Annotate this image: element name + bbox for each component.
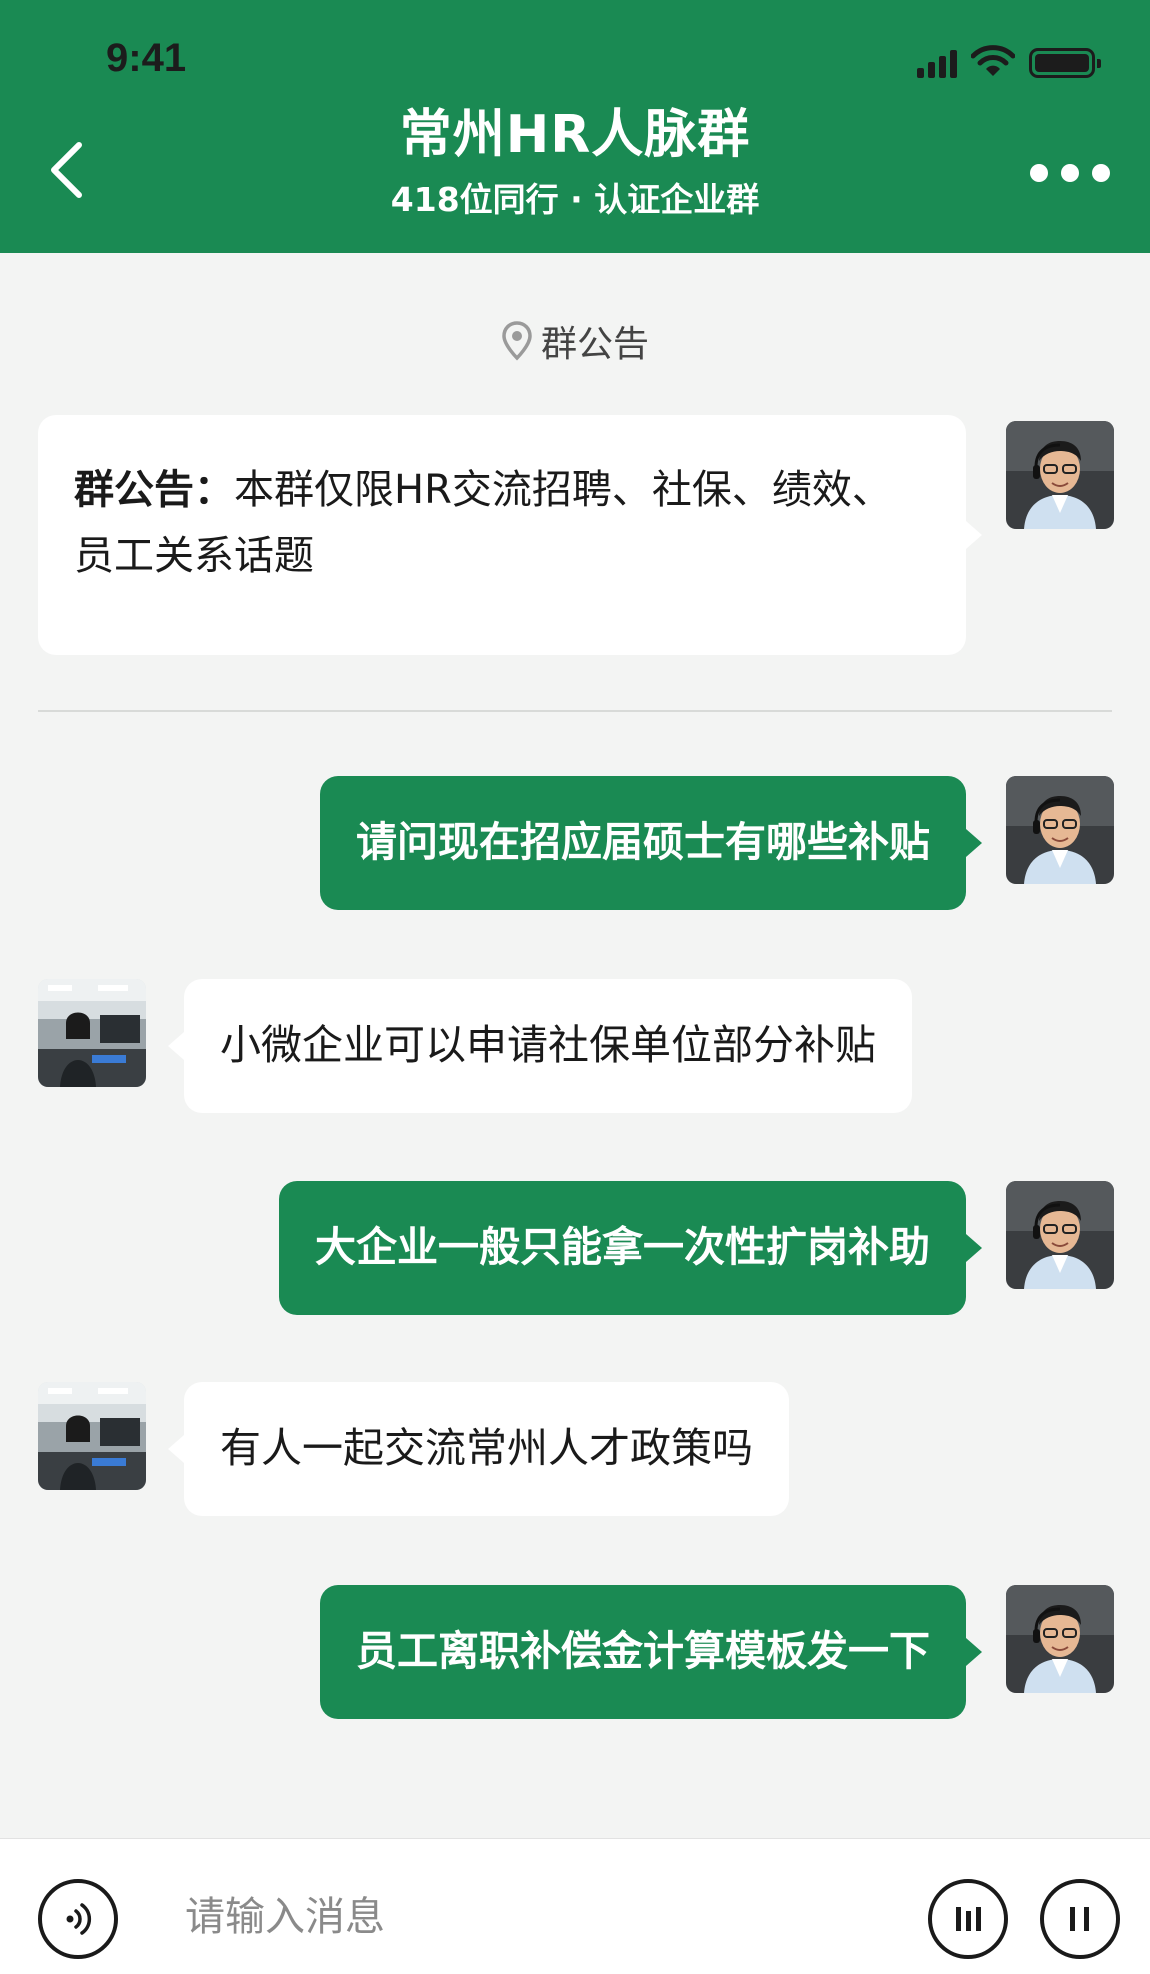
avatar-self[interactable] [1006,1181,1114,1289]
signal-icon [917,48,957,78]
wifi-icon [971,45,1015,76]
announcement-prefix: 群公告： [74,467,234,513]
message-bubble-right[interactable]: 请问现在招应届硕士有哪些补贴 [320,776,982,910]
avatar-self[interactable] [1006,776,1114,884]
status-icons [917,44,1101,78]
message-bubble-left[interactable]: 小微企业可以申请社保单位部分补贴 [168,979,912,1113]
message-text: 有人一起交流常州人才政策吗 [220,1424,753,1472]
more-dots-icon [1030,164,1048,182]
message-text: 大企业一般只能拿一次性扩岗补助 [315,1223,930,1271]
notice-label[interactable]: 群公告 [0,315,1150,367]
input-bar: 请输入消息 [0,1838,1150,1974]
man-avatar-icon [1006,1181,1114,1289]
man-avatar-icon [1006,421,1114,529]
avatar-self[interactable] [1006,421,1114,529]
battery-icon [1029,48,1101,78]
message-text: 员工离职补偿金计算模板发一下 [356,1627,930,1675]
message-text: 小微企业可以申请社保单位部分补贴 [220,1021,876,1069]
location-pin-icon [502,321,532,361]
title-block: 常州HR人脉群 418位同行 · 认证企业群 [0,100,1150,222]
man-avatar-icon [1006,776,1114,884]
chat-header: 9:41 常州HR人脉群 418位同行 · 认证企业群 [0,0,1150,253]
group-subtitle: 418位同行 · 认证企业群 [390,180,760,219]
avatar-member[interactable] [38,1382,146,1490]
voice-button[interactable] [38,1879,118,1959]
message-text: 请问现在招应届硕士有哪些补贴 [356,818,930,866]
man-avatar-icon [1006,1585,1114,1693]
more-button[interactable] [1030,158,1110,188]
office-woman-avatar-icon [38,1382,146,1490]
avatar-self[interactable] [1006,1585,1114,1693]
notice-label-text: 群公告 [540,324,649,365]
emoji-icon [956,1907,981,1931]
group-title: 常州HR人脉群 [399,105,751,165]
message-input[interactable]: 请输入消息 [185,1887,885,1947]
chat-area[interactable]: 群公告 群公告：本群仅限HR交流招聘、社保、绩效、员工关系话题 请问现在招应届硕… [0,253,1150,1838]
divider [38,710,1112,712]
message-bubble-right[interactable]: 员工离职补偿金计算模板发一下 [320,1585,982,1719]
message-bubble-right[interactable]: 大企业一般只能拿一次性扩岗补助 [279,1181,982,1315]
add-icon [1070,1907,1089,1931]
office-woman-avatar-icon [38,979,146,1087]
message-bubble-left[interactable]: 有人一起交流常州人才政策吗 [168,1382,789,1516]
add-button[interactable] [1040,1879,1120,1959]
status-time: 9:41 [106,36,187,80]
emoji-button[interactable] [928,1879,1008,1959]
announcement-bubble[interactable]: 群公告：本群仅限HR交流招聘、社保、绩效、员工关系话题 [38,415,982,655]
avatar-member[interactable] [38,979,146,1087]
voice-icon [66,1903,92,1935]
